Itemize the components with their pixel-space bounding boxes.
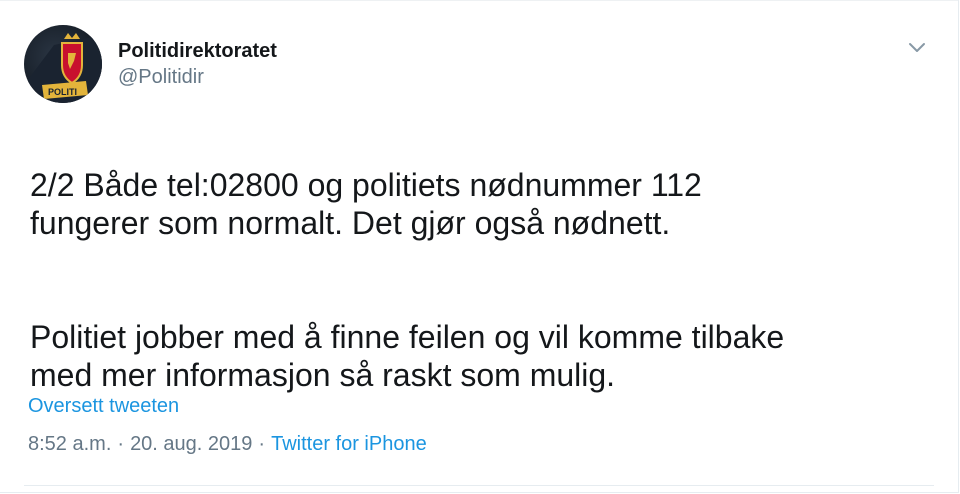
tweet-body: 2/2 Både tel:02800 og politiets nødnumme…	[30, 128, 910, 432]
tweet-paragraph: 2/2 Både tel:02800 og politiets nødnumme…	[30, 167, 702, 241]
translate-tweet-link[interactable]: Oversett tweeten	[28, 393, 179, 419]
tweet-card: POLITI Politidirektoratet @Politidir 2/2…	[0, 0, 959, 493]
chevron-down-icon	[909, 43, 925, 52]
meta-separator: ·	[117, 433, 125, 455]
meta-separator: ·	[258, 433, 266, 455]
more-menu-button[interactable]	[906, 36, 928, 58]
avatar-badge-text: POLITI	[48, 87, 77, 97]
tweet-paragraph: Politiet jobber med å finne feilen og vi…	[30, 319, 785, 393]
avatar[interactable]: POLITI	[24, 25, 102, 103]
top-divider	[0, 0, 958, 1]
author-display-name[interactable]: Politidirektoratet	[118, 38, 277, 64]
tweet-date[interactable]: 20. aug. 2019	[130, 430, 252, 458]
bottom-divider	[24, 485, 934, 486]
tweet-time[interactable]: 8:52 a.m.	[28, 430, 111, 458]
author-handle[interactable]: @Politidir	[118, 64, 277, 90]
tweet-source-link[interactable]: Twitter for iPhone	[271, 430, 427, 458]
tweet-metadata: 8:52 a.m. · 20. aug. 2019 · Twitter for …	[28, 430, 427, 458]
author-names: Politidirektoratet @Politidir	[118, 38, 277, 90]
police-badge-icon: POLITI	[24, 33, 102, 103]
tweet-header: POLITI Politidirektoratet @Politidir	[24, 24, 277, 104]
